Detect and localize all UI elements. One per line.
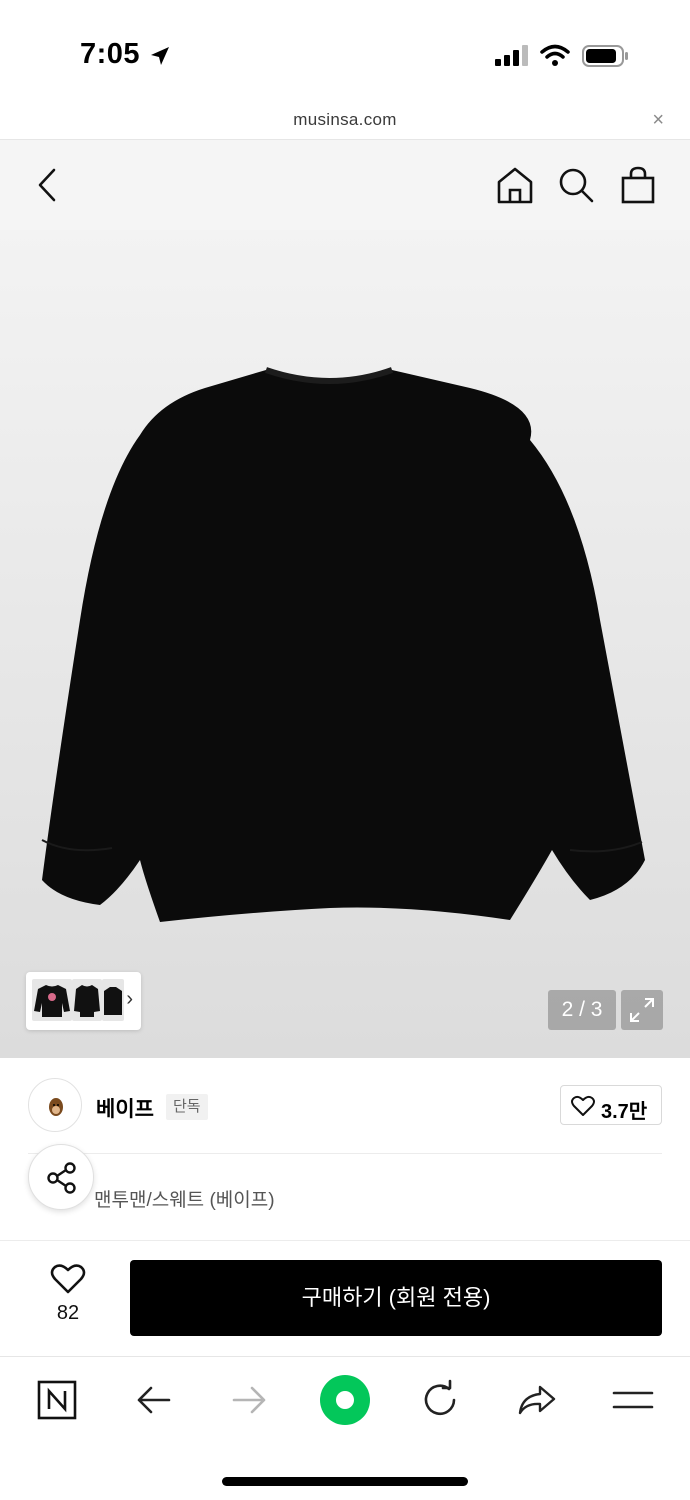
close-icon[interactable]: × bbox=[652, 110, 664, 130]
share-arrow-icon[interactable] bbox=[516, 1379, 558, 1421]
forward-arrow-icon[interactable] bbox=[228, 1379, 270, 1421]
thumbnail-2[interactable] bbox=[72, 979, 102, 1021]
naver-icon[interactable] bbox=[36, 1379, 78, 1421]
expand-icon[interactable] bbox=[621, 990, 663, 1030]
home-icon[interactable] bbox=[495, 164, 535, 206]
brand-logo[interactable] bbox=[28, 1078, 82, 1132]
share-button[interactable] bbox=[28, 1144, 94, 1210]
green-dot-icon[interactable] bbox=[319, 1374, 371, 1426]
search-icon[interactable] bbox=[556, 164, 596, 206]
thumbnail-3[interactable] bbox=[102, 979, 124, 1021]
wish-count: 82 bbox=[56, 1302, 80, 1324]
exclusive-badge: 단독 bbox=[166, 1094, 208, 1120]
menu-icon[interactable] bbox=[612, 1379, 654, 1421]
wifi-icon bbox=[540, 44, 570, 66]
product-image-sweatshirt[interactable] bbox=[30, 360, 660, 930]
location-arrow-icon bbox=[151, 47, 169, 65]
share-icon bbox=[47, 1162, 76, 1194]
product-image-gallery[interactable]: › 2 / 3 bbox=[0, 230, 690, 1058]
brand-like-button[interactable]: 3.7만 bbox=[560, 1085, 662, 1125]
chevron-right-icon[interactable]: › bbox=[126, 988, 133, 1011]
thumbnail-strip[interactable]: › bbox=[26, 972, 141, 1030]
browser-url-bar[interactable]: musinsa.com × bbox=[0, 100, 690, 140]
home-indicator bbox=[222, 1477, 468, 1486]
product-category[interactable]: 맨투맨/스웨트 (베이프) bbox=[94, 1185, 275, 1212]
thumbnail-1[interactable] bbox=[32, 979, 72, 1021]
image-counter: 2 / 3 bbox=[548, 990, 616, 1030]
url-text[interactable]: musinsa.com bbox=[0, 110, 690, 130]
heart-icon bbox=[50, 1264, 86, 1294]
battery-icon bbox=[582, 45, 628, 67]
back-arrow-icon[interactable] bbox=[133, 1379, 175, 1421]
purchase-bar: 82 구매하기 (회원 전용) bbox=[0, 1240, 690, 1356]
wish-button[interactable]: 82 bbox=[38, 1263, 98, 1325]
chevron-left-icon[interactable] bbox=[30, 164, 66, 206]
status-bar: 7:05 bbox=[0, 0, 690, 100]
reload-icon[interactable] bbox=[419, 1379, 461, 1421]
status-time: 7:05 bbox=[80, 38, 141, 70]
buy-button[interactable]: 구매하기 (회원 전용) bbox=[130, 1260, 662, 1336]
cellular-signal-icon bbox=[495, 45, 528, 66]
brand-like-count: 3.7만 bbox=[601, 1101, 648, 1123]
shopping-bag-icon[interactable] bbox=[618, 164, 658, 206]
heart-icon bbox=[571, 1095, 595, 1116]
app-header bbox=[0, 140, 690, 230]
brand-name[interactable]: 베이프 bbox=[96, 1093, 154, 1123]
divider bbox=[28, 1153, 662, 1154]
